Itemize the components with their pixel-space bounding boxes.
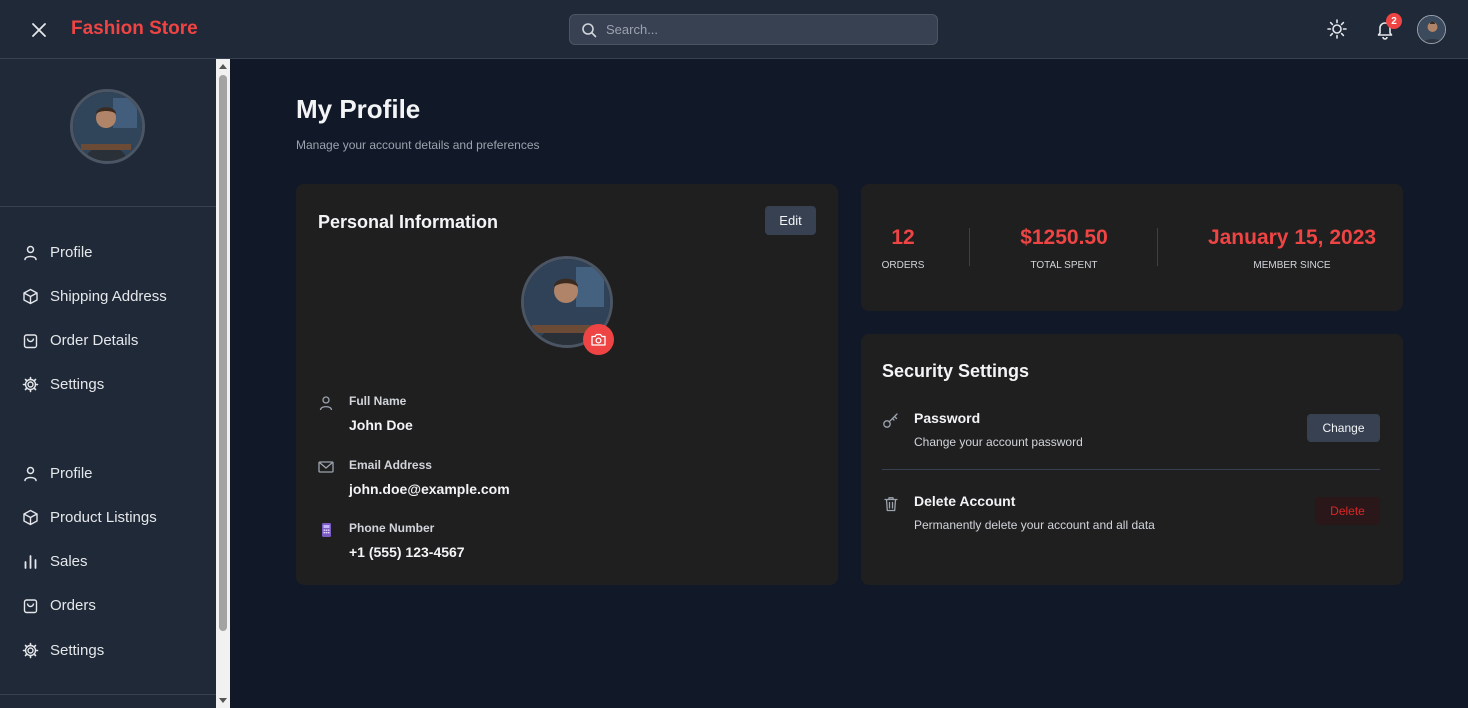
field-label: Phone Number <box>349 521 435 535</box>
change-photo-camera-icon[interactable] <box>583 324 614 355</box>
stat-label: Total Spent <box>1030 260 1098 271</box>
sidebar-item-label: Settings <box>50 641 105 659</box>
sidebar-item-profile[interactable]: Profile <box>0 234 216 270</box>
bag-icon <box>23 333 38 348</box>
field-value: John Doe <box>349 417 413 433</box>
theme-toggle-sun-icon[interactable] <box>1326 18 1348 40</box>
edit-button[interactable]: Edit <box>765 206 816 235</box>
brand-logo-text[interactable]: Fashion Store <box>71 18 198 40</box>
stat-divider <box>1157 228 1158 266</box>
personal-info-title: Personal Information <box>318 212 499 232</box>
mail-icon <box>318 461 334 473</box>
stat-value: 12 <box>891 226 915 249</box>
stat-total-spent: $1250.50 Total Spent <box>999 226 1129 271</box>
sidebar-divider <box>0 206 216 207</box>
scrollbar-thumb[interactable] <box>219 75 227 631</box>
change-password-button[interactable]: Change <box>1307 414 1380 442</box>
stat-member-since: January 15, 2023 Member Since <box>1197 226 1387 271</box>
search-box[interactable] <box>569 14 938 45</box>
trash-icon <box>884 497 898 512</box>
sidebar-item-label: Orders <box>50 596 96 614</box>
account-stats-card: 12 Orders $1250.50 Total Spent January 1… <box>861 184 1403 311</box>
page-subtitle: Manage your account details and preferen… <box>296 138 540 152</box>
sidebar-item-order-details[interactable]: Order Details <box>0 322 216 358</box>
search-icon <box>582 23 597 38</box>
delete-account-title: Delete Account <box>914 493 1016 509</box>
sidebar-item-label: Order Details <box>50 331 139 349</box>
sidebar-item-label: Profile <box>50 243 93 261</box>
stat-label: Member Since <box>1253 260 1331 271</box>
sidebar-scrollbar[interactable] <box>216 59 230 708</box>
field-value: john.doe@example.com <box>349 481 510 497</box>
scroll-up-arrow-icon[interactable] <box>219 63 227 71</box>
header-avatar[interactable] <box>1417 15 1446 44</box>
sidebar-item-product-listings[interactable]: Product Listings <box>0 499 216 535</box>
stat-value: $1250.50 <box>1020 226 1108 249</box>
sidebar-avatar <box>70 89 145 164</box>
sidebar: Profile Shipping Address Order Details S… <box>0 59 216 708</box>
key-icon <box>883 413 898 428</box>
user-icon <box>24 245 37 260</box>
gear-icon <box>22 642 39 658</box>
password-title: Password <box>914 410 981 426</box>
box-icon <box>23 509 38 525</box>
search-input[interactable] <box>606 15 926 44</box>
scroll-down-arrow-icon[interactable] <box>219 696 227 704</box>
sidebar-item-label: Settings <box>50 375 105 393</box>
delete-account-description: Permanently delete your account and all … <box>914 518 1155 532</box>
user-icon <box>319 396 333 411</box>
user-icon <box>24 466 37 481</box>
sidebar-item-settings-2[interactable]: Settings <box>0 632 216 668</box>
box-icon <box>23 288 38 304</box>
sidebar-item-orders[interactable]: Orders <box>0 587 216 623</box>
gear-icon <box>22 376 39 392</box>
stat-value: January 15, 2023 <box>1207 226 1377 249</box>
sidebar-item-label: Shipping Address <box>50 287 167 305</box>
page-title: My Profile <box>296 94 421 124</box>
delete-account-button[interactable]: Delete <box>1315 497 1380 525</box>
sidebar-item-settings[interactable]: Settings <box>0 366 216 402</box>
bag-icon <box>23 598 38 613</box>
security-settings-title: Security Settings <box>882 361 1030 381</box>
stat-divider <box>969 228 970 266</box>
field-label: Full Name <box>349 394 407 408</box>
sidebar-item-label: Product Listings <box>50 508 157 526</box>
field-value: +1 (555) 123-4567 <box>349 544 465 560</box>
stat-orders: 12 Orders <box>871 226 935 271</box>
personal-info-card: Personal Information Edit Full Name John… <box>296 184 838 585</box>
notification-badge: 2 <box>1386 13 1402 29</box>
sidebar-item-sales[interactable]: Sales <box>0 543 216 579</box>
sidebar-item-profile-2[interactable]: Profile <box>0 455 216 491</box>
stat-label: Orders <box>881 260 925 271</box>
field-label: Email Address <box>349 458 432 472</box>
top-header: Fashion Store 2 <box>0 0 1468 59</box>
bar-chart-icon <box>24 554 37 569</box>
security-divider <box>882 469 1380 470</box>
password-description: Change your account password <box>914 435 1083 449</box>
sidebar-item-shipping-address[interactable]: Shipping Address <box>0 278 216 314</box>
close-icon[interactable] <box>28 19 50 41</box>
phone-icon <box>322 523 331 537</box>
sidebar-item-label: Sales <box>50 552 88 570</box>
sidebar-divider <box>0 694 216 695</box>
sidebar-item-label: Profile <box>50 464 93 482</box>
security-settings-card: Security Settings Password Change your a… <box>861 334 1403 585</box>
